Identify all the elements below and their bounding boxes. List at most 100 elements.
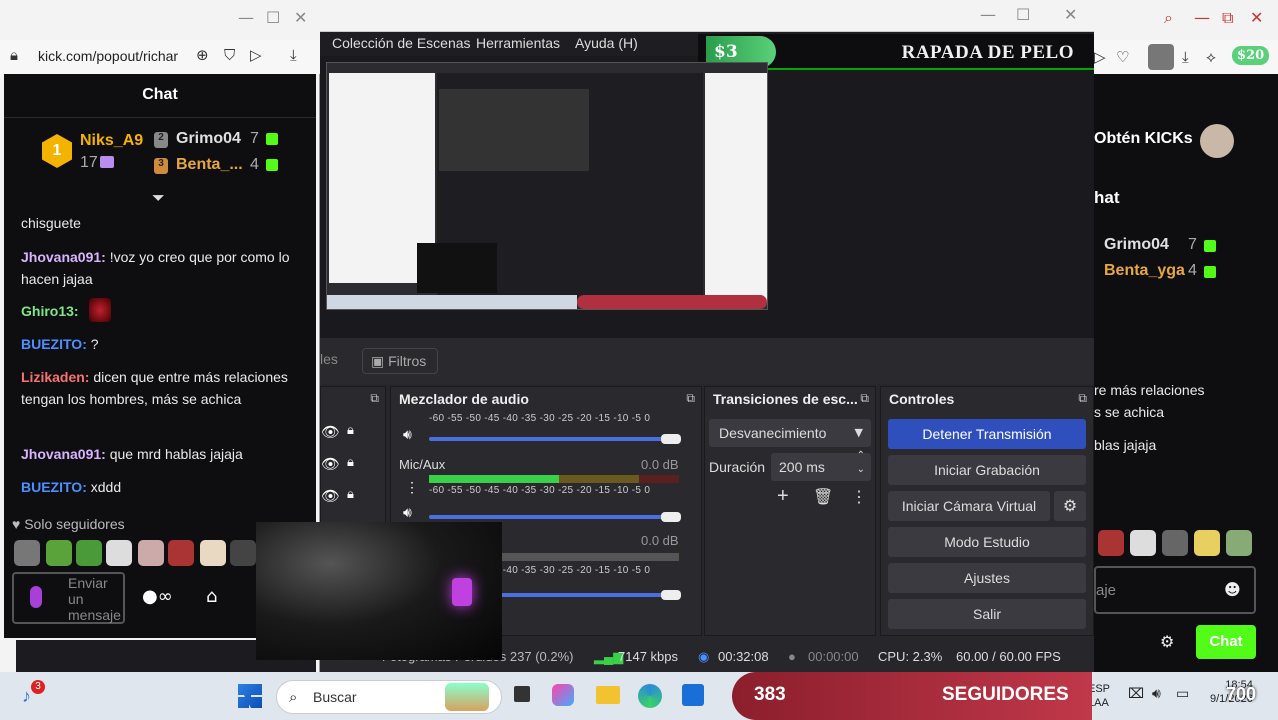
microphone-icon[interactable]: [30, 586, 42, 608]
windows-start-icon[interactable]: [238, 684, 262, 708]
maximize-icon[interactable]: ☐: [1016, 5, 1030, 24]
extensions-icon[interactable]: ⟡: [1206, 48, 1216, 66]
emote-icon[interactable]: [1162, 530, 1188, 556]
virtual-camera-settings-icon[interactable]: ⚙: [1054, 491, 1086, 521]
close-icon[interactable]: ✕: [1064, 5, 1077, 24]
emote-icon[interactable]: [106, 540, 132, 566]
volume-slider[interactable]: [429, 437, 679, 441]
add-transition-icon[interactable]: +: [777, 485, 789, 508]
notification-icon[interactable]: ♪: [22, 686, 31, 707]
emote-icon[interactable]: [76, 540, 102, 566]
zoom-icon[interactable]: ⊕: [196, 46, 209, 64]
volume-slider[interactable]: [429, 515, 679, 519]
dock-float-icon[interactable]: ⧉: [1078, 391, 1087, 406]
minimize-icon[interactable]: —: [980, 5, 996, 24]
download-icon[interactable]: ⤓: [290, 46, 297, 64]
settings-icon[interactable]: ⚙: [1160, 632, 1174, 651]
task-view-icon[interactable]: [514, 686, 530, 702]
volume-icon[interactable]: 🔊︎: [403, 505, 412, 521]
lock-icon[interactable]: 🔒︎: [347, 455, 354, 470]
volume-icon[interactable]: 🔊︎: [403, 427, 412, 443]
taskbar-search[interactable]: ⌕ Buscar: [276, 680, 502, 714]
nested-followers-bar: [577, 295, 767, 309]
emote-icon[interactable]: [230, 540, 256, 566]
leader-2-name[interactable]: Grimo04: [176, 130, 241, 148]
transition-select[interactable]: Desvanecimiento ▼: [709, 419, 871, 447]
edge-icon[interactable]: [638, 684, 662, 708]
tab-partial-label[interactable]: les: [320, 351, 338, 367]
emote-icon[interactable]: [168, 540, 194, 566]
dock-float-icon[interactable]: ⧉: [686, 391, 695, 406]
lock-icon[interactable]: 🔒︎: [347, 423, 354, 438]
store-icon[interactable]: ⌂: [206, 586, 217, 607]
emote-icon[interactable]: [1226, 530, 1252, 556]
settings-button[interactable]: Ajustes: [888, 563, 1086, 593]
search-icon[interactable]: ⌕: [1164, 8, 1173, 28]
delete-transition-icon[interactable]: 🗑︎: [813, 487, 833, 506]
duration-stepper[interactable]: 200 ms ⌃ ⌄: [771, 450, 871, 481]
menu-tools[interactable]: Herramientas: [476, 35, 560, 51]
store-icon[interactable]: [682, 684, 704, 706]
leader-3-name[interactable]: Benta_...: [176, 156, 243, 174]
close-icon[interactable]: ✕: [1250, 8, 1263, 27]
collapse-icon[interactable]: ⏷: [152, 188, 165, 208]
stepper-arrows-icon[interactable]: ⌃ ⌄: [857, 449, 865, 477]
start-recording-button[interactable]: Iniciar Grabación: [888, 455, 1086, 485]
send-chat-button[interactable]: Chat: [1196, 625, 1256, 659]
stop-streaming-button[interactable]: Detener Transmisión: [888, 419, 1086, 449]
studio-mode-button[interactable]: Modo Estudio: [888, 527, 1086, 557]
emote-icon[interactable]: [1194, 530, 1220, 556]
url-text[interactable]: kick.com/popout/richar: [38, 48, 188, 64]
filters-button[interactable]: ▣ Filtros: [362, 348, 438, 374]
nested-right-chat: [705, 73, 767, 303]
visibility-icon[interactable]: 👁︎: [321, 487, 340, 505]
emoji-icon[interactable]: ☻: [1224, 580, 1241, 599]
leader-1-name[interactable]: Niks_A9: [80, 132, 143, 150]
volume-icon[interactable]: 🔊︎: [1152, 686, 1161, 702]
address-bar[interactable]: 🔒︎ kick.com/popout/richar ⊕ ⛉ ▷ ⤓: [0, 40, 320, 74]
lock-icon[interactable]: 🔒︎: [347, 487, 354, 502]
maximize-icon[interactable]: ☐: [266, 8, 280, 27]
infinity-icon[interactable]: ●∞: [142, 586, 173, 607]
visibility-icon[interactable]: 👁︎: [321, 455, 340, 473]
dock-float-icon[interactable]: ⧉: [370, 391, 379, 406]
minimize-icon[interactable]: —: [238, 8, 254, 27]
menu-scene-collection[interactable]: Colección de Escenas: [332, 35, 471, 51]
network-icon[interactable]: ⌧: [1128, 686, 1144, 702]
shield-icon[interactable]: ⛉: [224, 46, 235, 64]
volume-slider-handle[interactable]: [661, 590, 681, 600]
leader-3-name[interactable]: Benta_yga: [1104, 262, 1185, 280]
dock-float-icon[interactable]: ⧉: [860, 391, 869, 406]
get-kicks-label[interactable]: Obtén KICKs: [1094, 130, 1193, 148]
start-virtual-camera-button[interactable]: Iniciar Cámara Virtual: [888, 491, 1050, 521]
chat-input[interactable]: Enviar un mensaje: [12, 572, 125, 624]
volume-slider-handle[interactable]: [661, 434, 681, 444]
leader-2-name[interactable]: Grimo04: [1104, 236, 1169, 254]
emote-icon[interactable]: [138, 540, 164, 566]
send-icon[interactable]: ▷: [1094, 48, 1106, 66]
battery-icon[interactable]: ▭: [1176, 686, 1189, 702]
download-icon[interactable]: ⤓: [1182, 48, 1189, 66]
emote-icon[interactable]: [14, 540, 40, 566]
heart-icon[interactable]: ♡: [1116, 48, 1129, 66]
channel-menu-icon[interactable]: ⋮: [405, 479, 419, 496]
file-explorer-icon[interactable]: [596, 686, 620, 704]
emote-icon[interactable]: [1130, 530, 1156, 556]
chat-input[interactable]: aje ☻: [1094, 566, 1256, 614]
visibility-icon[interactable]: 👁︎: [321, 423, 340, 441]
send-icon[interactable]: ▷: [250, 46, 262, 64]
maximize-icon[interactable]: ⧉: [1222, 8, 1233, 28]
emote-icon[interactable]: [1098, 530, 1124, 556]
close-icon[interactable]: ✕: [294, 8, 307, 27]
avatar[interactable]: [1200, 124, 1234, 158]
minimize-icon[interactable]: —: [1194, 8, 1210, 27]
emote-icon[interactable]: [200, 540, 226, 566]
copilot-icon[interactable]: [552, 684, 574, 706]
leader-2-count: 7: [1188, 236, 1197, 253]
transition-menu-icon[interactable]: ⋮: [851, 487, 867, 507]
volume-slider-handle[interactable]: [661, 512, 681, 522]
emote-icon[interactable]: [46, 540, 72, 566]
menu-help[interactable]: Ayuda (H): [575, 35, 638, 51]
exit-button[interactable]: Salir: [888, 599, 1086, 629]
avatar[interactable]: [1148, 44, 1174, 70]
